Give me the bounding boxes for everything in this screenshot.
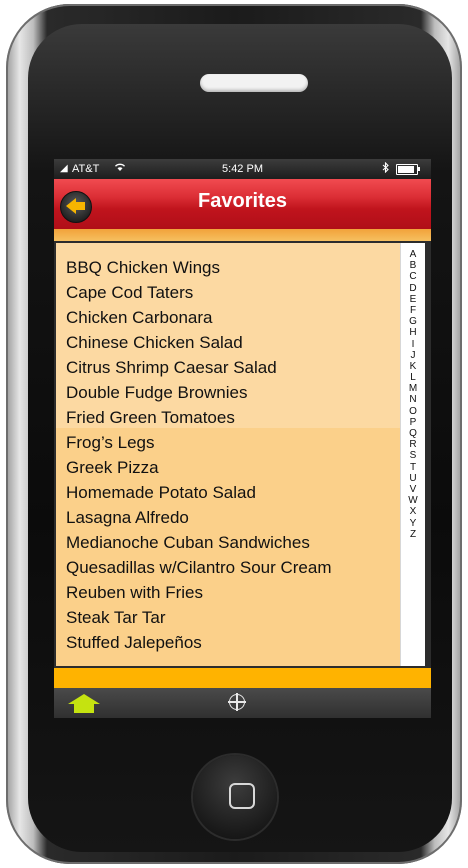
list-item[interactable]: Lasagna Alfredo bbox=[66, 505, 332, 530]
crosshair-icon[interactable] bbox=[228, 693, 246, 711]
alphabet-index: ABCDEFGHIJKLMNOPQRSTUVWXYZ bbox=[400, 243, 425, 666]
list-item[interactable]: Fried Green Tomatoes bbox=[66, 405, 332, 430]
list-item[interactable]: Frog’s Legs bbox=[66, 430, 332, 455]
list-item[interactable]: Quesadillas w/Cilantro Sour Cream bbox=[66, 555, 332, 580]
alphabet-index-letter[interactable]: N bbox=[401, 394, 425, 405]
alphabet-index-letter[interactable]: H bbox=[401, 327, 425, 338]
alphabet-index-letter[interactable]: I bbox=[401, 339, 425, 350]
alphabet-index-letter[interactable]: U bbox=[401, 473, 425, 484]
hardware-home-square-icon bbox=[229, 783, 255, 809]
status-time: 5:42 PM bbox=[222, 163, 263, 175]
favorites-list: BBQ Chicken Wings Cape Cod Taters Chicken … bbox=[56, 243, 400, 666]
list-item[interactable]: Citrus Shrimp Caesar Salad bbox=[66, 355, 332, 380]
list-item[interactable]: Homemade Potato Salad bbox=[66, 480, 332, 505]
alphabet-index-letter[interactable]: V bbox=[401, 484, 425, 495]
alphabet-index-letter[interactable]: J bbox=[401, 350, 425, 361]
list-item[interactable]: Chicken Carbonara bbox=[66, 305, 332, 330]
header-bar: Favorites bbox=[54, 179, 431, 229]
alphabet-index-letter[interactable]: S bbox=[401, 450, 425, 461]
alphabet-index-letter[interactable]: L bbox=[401, 372, 425, 383]
list-item[interactable]: Medianoche Cuban Sandwiches bbox=[66, 530, 332, 555]
alphabet-index-letter[interactable]: E bbox=[401, 294, 425, 305]
speaker-grille bbox=[200, 74, 308, 92]
back-button[interactable] bbox=[60, 191, 92, 223]
list-item[interactable]: Stuffed Jalepeños bbox=[66, 630, 332, 655]
alphabet-index-letter[interactable]: W bbox=[401, 495, 425, 506]
alphabet-index-letter[interactable]: M bbox=[401, 383, 425, 394]
alphabet-index-letter[interactable]: B bbox=[401, 260, 425, 271]
alphabet-index-letter[interactable]: T bbox=[401, 462, 425, 473]
list-item[interactable]: Chinese Chicken Salad bbox=[66, 330, 332, 355]
list-item[interactable]: Double Fudge Brownies bbox=[66, 380, 332, 405]
alphabet-index-letter[interactable]: Y bbox=[401, 518, 425, 529]
favorites-list-items: BBQ Chicken Wings Cape Cod Taters Chicken … bbox=[66, 255, 332, 655]
list-item[interactable]: BBQ Chicken Wings bbox=[66, 255, 332, 280]
alphabet-index-letter[interactable]: Z bbox=[401, 529, 425, 540]
footer-accent-bar bbox=[54, 668, 431, 688]
header-divider-band bbox=[54, 229, 431, 241]
alphabet-index-letter[interactable]: R bbox=[401, 439, 425, 450]
list-item[interactable]: Steak Tar Tar bbox=[66, 605, 332, 630]
alphabet-index-letter[interactable]: X bbox=[401, 506, 425, 517]
battery-nub bbox=[418, 167, 420, 171]
list-item[interactable]: Cape Cod Taters bbox=[66, 280, 332, 305]
bluetooth-icon bbox=[382, 159, 390, 179]
tab-bar bbox=[54, 688, 431, 718]
status-bar: ◢ AT&T 5:42 PM bbox=[54, 159, 431, 179]
alphabet-index-letter[interactable]: K bbox=[401, 361, 425, 372]
phone-screen: ◢ AT&T 5:42 PM Favorites BBQ Chicken Win… bbox=[54, 159, 431, 718]
alphabet-index-letter[interactable]: C bbox=[401, 271, 425, 282]
home-icon[interactable] bbox=[68, 694, 100, 714]
alphabet-index-letter[interactable]: O bbox=[401, 406, 425, 417]
alphabet-index-letter[interactable]: D bbox=[401, 283, 425, 294]
alphabet-index-letter[interactable]: Q bbox=[401, 428, 425, 439]
alphabet-index-letter[interactable]: A bbox=[401, 249, 425, 260]
alphabet-index-letter[interactable]: G bbox=[401, 316, 425, 327]
list-item[interactable]: Reuben with Fries bbox=[66, 580, 332, 605]
list-item[interactable]: Greek Pizza bbox=[66, 455, 332, 480]
alphabet-index-letter[interactable]: F bbox=[401, 305, 425, 316]
alphabet-index-letter[interactable]: P bbox=[401, 417, 425, 428]
page-title: Favorites bbox=[198, 190, 287, 212]
battery-icon bbox=[396, 164, 418, 175]
